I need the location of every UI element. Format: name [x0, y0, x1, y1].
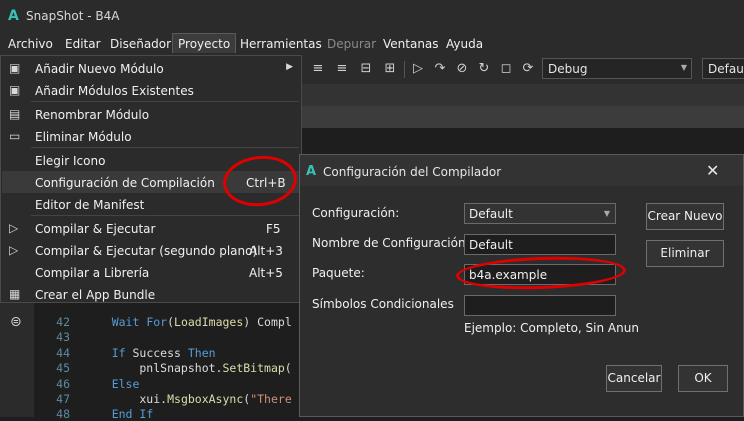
- menu-editar[interactable]: Editar: [65, 37, 101, 51]
- menu-disenador[interactable]: Diseñador: [110, 37, 171, 51]
- config-name-input[interactable]: Default: [464, 234, 616, 255]
- toolbar-separator: [404, 61, 405, 78]
- line-number: 43: [56, 330, 70, 344]
- build-config-select[interactable]: Debug ▼: [542, 58, 692, 79]
- menu-item-label: Crear el App Bundle: [35, 288, 156, 302]
- menu-item-label: Compilar & Ejecutar (segundo plano): [35, 244, 258, 258]
- symbols-input[interactable]: [464, 295, 616, 316]
- menu-item-remove-module[interactable]: ▭ Eliminar Módulo: [2, 125, 301, 147]
- play-outline-icon: ▷: [9, 243, 19, 257]
- menu-item-shortcut: F5: [266, 222, 281, 236]
- dialog-title: Configuración del Compilador: [323, 165, 502, 179]
- config-label: Configuración:: [312, 206, 400, 220]
- rename-module-icon: ▤: [9, 107, 21, 121]
- code-line: Wait For(LoadImages) Compl: [111, 315, 292, 329]
- menu-item-add-new-module[interactable]: ▣ Añadir Nuevo Módulo ▶: [2, 57, 301, 79]
- chevron-down-icon: ▼: [680, 63, 687, 72]
- package-label: Paquete:: [312, 266, 365, 280]
- menu-item-label: Añadir Módulos Existentes: [35, 84, 194, 98]
- menu-item-label: Compilar a Librería: [35, 266, 150, 280]
- config-select-value: Default: [469, 207, 513, 221]
- menu-separator: [31, 101, 299, 102]
- bookmark-icon[interactable]: ⊟: [358, 61, 374, 77]
- code-line: If Success Then: [111, 346, 216, 360]
- menu-proyecto[interactable]: Proyecto: [172, 33, 237, 53]
- menu-item-label: Configuración de Compilación: [35, 176, 215, 190]
- play-icon: ▷: [9, 221, 19, 235]
- delete-button[interactable]: Eliminar: [646, 240, 724, 267]
- menu-item-add-existing-modules[interactable]: ▣ Añadir Módulos Existentes: [2, 79, 301, 101]
- ok-button[interactable]: OK: [678, 365, 728, 392]
- device-select-value: Default: [708, 62, 744, 76]
- menu-separator: [31, 215, 299, 216]
- code-line: xui.MsgboxAsync("There: [84, 392, 292, 406]
- bundle-icon: ▦: [9, 287, 21, 301]
- chevron-down-icon: ▼: [603, 209, 610, 218]
- new-module-icon: ▣: [9, 61, 21, 75]
- app-logo-icon: A: [8, 8, 19, 24]
- window-title: SnapShot - B4A: [26, 9, 120, 23]
- bookmark-next-icon[interactable]: ⊞: [382, 61, 398, 77]
- symbols-label: Símbolos Condicionales: [312, 297, 454, 311]
- outdent-icon[interactable]: ≡: [334, 61, 350, 77]
- create-new-button[interactable]: Crear Nuevo: [646, 203, 724, 230]
- config-name-value: Default: [469, 238, 513, 252]
- menu-item-shortcut: Alt+5: [249, 266, 283, 280]
- dialog-title-bar: A Configuración del Compilador ✕: [300, 155, 743, 186]
- symbols-example-text: Ejemplo: Completo, Sin Anun: [464, 321, 639, 335]
- menu-archivo[interactable]: Archivo: [8, 37, 53, 51]
- run-icon[interactable]: ▷: [410, 61, 426, 77]
- menu-item-rename-module[interactable]: ▤ Renombrar Módulo: [2, 103, 301, 125]
- stop-icon[interactable]: ◻: [498, 61, 514, 77]
- menu-item-compile-library[interactable]: Compilar a Librería Alt+5: [2, 261, 301, 283]
- menu-separator: [31, 147, 299, 148]
- menu-item-shortcut: Alt+3: [249, 244, 283, 258]
- line-number: 46: [56, 377, 70, 391]
- breakpoint-icon[interactable]: ⊘: [454, 61, 470, 77]
- menu-item-label: Renombrar Módulo: [35, 108, 150, 122]
- menu-item-compile-run[interactable]: ▷ Compilar & Ejecutar F5: [2, 217, 301, 239]
- menu-depurar: Depurar: [327, 37, 377, 51]
- existing-module-icon: ▣: [9, 83, 21, 97]
- cancel-button[interactable]: Cancelar: [606, 365, 662, 392]
- menu-item-create-app-bundle[interactable]: ▦ Crear el App Bundle: [2, 283, 301, 305]
- close-icon[interactable]: ✕: [706, 161, 719, 180]
- menu-item-compile-run-background[interactable]: ▷ Compilar & Ejecutar (segundo plano) Al…: [2, 239, 301, 261]
- remove-module-icon: ▭: [9, 129, 21, 143]
- config-select[interactable]: Default ▼: [464, 203, 616, 224]
- indent-icon[interactable]: ≡: [310, 61, 326, 77]
- breakpoint-marker-icon: ⊜: [10, 314, 22, 330]
- submenu-arrow-icon: ▶: [286, 62, 293, 72]
- config-name-label: Nombre de Configuración:: [312, 236, 470, 250]
- title-bar: A SnapShot - B4A: [0, 0, 744, 33]
- line-number: 44: [56, 346, 70, 360]
- code-line: Else: [111, 377, 140, 391]
- build-config-value: Debug: [548, 62, 588, 76]
- menu-ayuda[interactable]: Ayuda: [446, 37, 483, 51]
- menu-item-label: Eliminar Módulo: [35, 130, 132, 144]
- menu-item-label: Compilar & Ejecutar: [35, 222, 156, 236]
- menu-item-label: Añadir Nuevo Módulo: [35, 62, 164, 76]
- code-line: pnlSnapshot.SetBitmap(: [84, 361, 292, 375]
- menu-item-label: Editor de Manifest: [35, 198, 145, 212]
- restart-icon[interactable]: ↻: [476, 61, 492, 77]
- menu-item-label: Elegir Icono: [35, 154, 106, 168]
- step-icon[interactable]: ↷: [432, 61, 448, 77]
- app-logo-icon: A: [306, 164, 317, 179]
- line-number: 42: [56, 315, 70, 329]
- menu-herramientas[interactable]: Herramientas: [240, 37, 322, 51]
- line-number: 47: [56, 392, 70, 406]
- code-line: End If: [111, 407, 154, 421]
- menu-bar: Archivo Editar Diseñador Proyecto Herram…: [0, 33, 744, 55]
- line-number: 48: [56, 407, 70, 421]
- menu-ventanas[interactable]: Ventanas: [383, 37, 439, 51]
- line-number: 45: [56, 361, 70, 375]
- refresh-icon[interactable]: ⟳: [520, 61, 536, 77]
- device-select[interactable]: Default: [702, 58, 744, 79]
